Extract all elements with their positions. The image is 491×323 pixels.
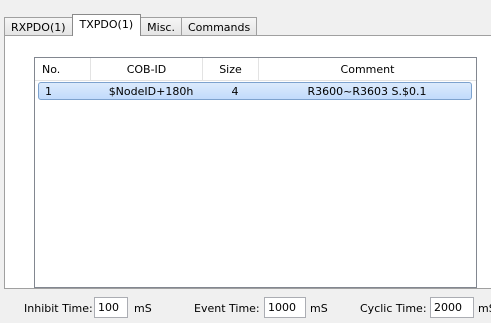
pdo-list[interactable]: No. COB-ID Size Comment 1 $NodeID+180h 4…: [34, 57, 477, 288]
column-header-no[interactable]: No.: [35, 58, 91, 80]
column-header-size[interactable]: Size: [203, 58, 259, 80]
column-header-cob-id[interactable]: COB-ID: [91, 58, 203, 80]
timing-footer: Inhibit Time: 100 mS Event Time: 1000 mS…: [0, 295, 491, 321]
cyclic-time-label: Cyclic Time:: [360, 302, 427, 315]
inhibit-time-label: Inhibit Time:: [24, 302, 93, 315]
cell-no: 1: [45, 84, 52, 98]
inhibit-time-input[interactable]: 100: [94, 297, 128, 318]
column-header-comment[interactable]: Comment: [259, 58, 476, 80]
event-time-label: Event Time:: [194, 302, 260, 315]
cyclic-time-input[interactable]: 2000: [430, 297, 474, 318]
tab-rxpdo[interactable]: RXPDO(1): [4, 17, 73, 36]
tab-strip: RXPDO(1) TXPDO(1) Misc. Commands: [4, 14, 258, 36]
cyclic-time-unit: mS: [478, 302, 491, 315]
cell-comment: R3600~R3603 S.$0.1: [307, 84, 427, 98]
cell-size: 4: [231, 84, 239, 98]
table-row[interactable]: 1 $NodeID+180h 4 R3600~R3603 S.$0.1: [38, 82, 472, 100]
event-time-input[interactable]: 1000: [264, 297, 306, 318]
cell-cob-id: $NodeID+180h: [108, 84, 194, 98]
tab-misc[interactable]: Misc.: [140, 17, 182, 36]
tab-txpdo[interactable]: TXPDO(1): [71, 14, 142, 36]
list-header: No. COB-ID Size Comment: [35, 58, 476, 81]
event-time-unit: mS: [310, 302, 328, 315]
tab-commands[interactable]: Commands: [180, 17, 258, 36]
inhibit-time-unit: mS: [134, 302, 152, 315]
